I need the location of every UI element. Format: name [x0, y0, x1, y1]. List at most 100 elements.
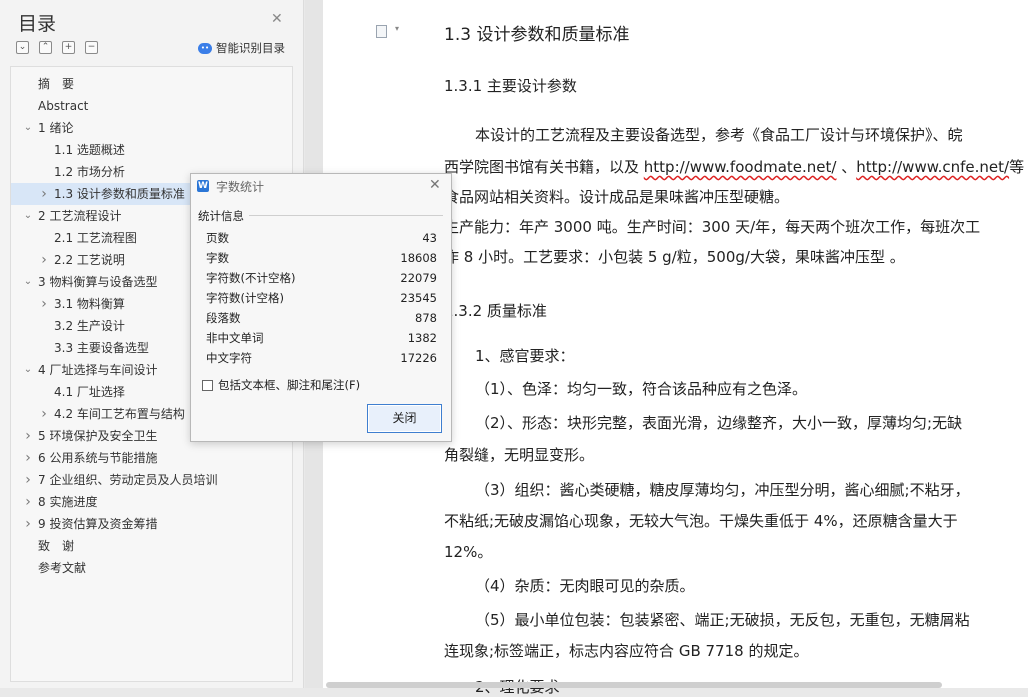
stat-label: 段落数 [206, 311, 241, 325]
toc-toolbar: ⌄ ⌃ + − [16, 41, 98, 54]
stat-label: 字符数(计空格) [206, 291, 284, 305]
chevron-down-icon[interactable]: ⌄ [23, 205, 33, 227]
link-cnfe[interactable]: http://www.cnfe.net/ [856, 158, 1009, 176]
toc-item-label: 1.1 选题概述 [54, 143, 125, 157]
stat-value: 23545 [400, 291, 437, 305]
paragraph-line: （4）杂质：无肉眼可见的杂质。 [475, 577, 695, 595]
toc-item-label: 3.2 生产设计 [54, 319, 125, 333]
stat-label: 页数 [206, 231, 229, 245]
horizontal-scrollbar[interactable] [326, 682, 942, 688]
paragraph-line: （3）组织：酱心类硬糖，糖皮厚薄均匀，冲压型分明，酱心细腻;不粘牙， [475, 481, 970, 499]
toc-item-label: 2 工艺流程设计 [38, 209, 122, 223]
paragraph-line: （1）、色泽：均匀一致，符合该品种应有之色泽。 [475, 380, 808, 398]
paragraph-line: （5）最小单位包装：包装紧密、端正;无破损，无反包，无重包，无糖屑粘 [475, 611, 970, 629]
toc-item[interactable]: › 8 实施进度 [11, 491, 292, 513]
stat-row: 段落数 878 [206, 308, 437, 328]
toc-item-label: 3.1 物料衡算 [54, 297, 125, 311]
close-icon[interactable]: ✕ [429, 177, 441, 193]
stat-label: 中文字符 [206, 351, 252, 365]
include-textbox-label[interactable]: 包括文本框、脚注和尾注(F) [218, 377, 360, 393]
toc-item-label: 摘 要 [38, 77, 75, 91]
stat-row: 页数 43 [206, 228, 437, 248]
toc-item-label: 2.1 工艺流程图 [54, 231, 137, 245]
heading-1-3: 1.3 设计参数和质量标准 [444, 25, 630, 45]
toc-item-label: 4 厂址选择与车间设计 [38, 363, 158, 377]
chevron-right-icon[interactable]: › [23, 425, 33, 447]
paragraph-text: 西学院图书馆有关书籍，以及 [444, 158, 644, 176]
stat-value: 18608 [400, 251, 437, 265]
toc-item-label: 1.3 设计参数和质量标准 [54, 187, 185, 201]
toc-item[interactable]: 1.1 选题概述 [11, 139, 292, 161]
toc-item-label: 3 物料衡算与设备选型 [38, 275, 158, 289]
stat-row: 字数 18608 [206, 248, 437, 268]
stat-value: 1382 [407, 331, 437, 345]
chevron-down-icon[interactable]: ⌄ [23, 117, 33, 139]
toc-item-label: Abstract [38, 99, 89, 113]
toc-item[interactable]: Abstract [11, 95, 292, 117]
stat-value: 43 [422, 231, 437, 245]
paragraph-line: 西学院图书馆有关书籍，以及 http://www.foodmate.net/ 、… [444, 156, 1024, 177]
word-count-dialog: W 字数统计 ✕ 统计信息 页数 43 字数 18608 字符数(不计空格) 2… [190, 173, 452, 442]
paragraph-line: 连现象;标签端正，标志内容应符合 GB 7718 的规定。 [444, 642, 809, 660]
page-icon[interactable] [376, 25, 387, 38]
stat-value: 17226 [400, 351, 437, 365]
toc-item-label: 9 投资估算及资金筹措 [38, 517, 158, 531]
link-foodmate[interactable]: http://www.foodmate.net/ [644, 158, 837, 176]
chevron-right-icon[interactable]: › [39, 249, 49, 271]
toc-item[interactable]: › 6 公用系统与节能措施 [11, 447, 292, 469]
paragraph-line: （2）、形态：块形完整，表面光滑，边缘整齐，大小一致，厚薄均匀;无缺 [475, 414, 963, 432]
toc-item-label: 1.2 市场分析 [54, 165, 125, 179]
smart-recognize-button[interactable]: •• 智能识别目录 [198, 40, 285, 56]
stat-label: 非中文单词 [206, 331, 264, 345]
paragraph-line: 作 8 小时。工艺要求：小包装 5 g/粒，500g/大袋，果味酱冲压型 。 [444, 248, 905, 266]
toc-title: 目录 [18, 13, 57, 35]
chevron-right-icon[interactable]: › [39, 183, 49, 205]
toc-item-label: 4.1 厂址选择 [54, 385, 125, 399]
stat-row: 字符数(不计空格) 22079 [206, 268, 437, 288]
paragraph-line: 本设计的工艺流程及主要设备选型，参考《食品工厂设计与环境保护》、皖 [475, 126, 963, 144]
toc-item-label: 5 环境保护及安全卫生 [38, 429, 158, 443]
close-button[interactable]: 关闭 [367, 404, 442, 433]
toc-item-label: 6 公用系统与节能措施 [38, 451, 158, 465]
paragraph-line: 1、感官要求： [475, 347, 575, 365]
expand-icon[interactable]: ⌄ [16, 41, 29, 54]
section-label: 统计信息 [198, 209, 244, 223]
toc-item[interactable]: › 9 投资估算及资金筹措 [11, 513, 292, 535]
toc-item-label: 7 企业组织、劳动定员及人员培训 [38, 473, 218, 487]
heading-1-3-2: 1.3.2 质量标准 [444, 302, 547, 320]
chevron-right-icon[interactable]: › [23, 491, 33, 513]
stat-row: 字符数(计空格) 23545 [206, 288, 437, 308]
stat-label: 字符数(不计空格) [206, 271, 296, 285]
toc-item[interactable]: 致 谢 [11, 535, 292, 557]
toc-item-label: 参考文献 [38, 561, 87, 575]
toc-item-label: 4.2 车间工艺布置与结构 [54, 407, 185, 421]
toc-item[interactable]: ⌄ 1 绪论 [11, 117, 292, 139]
chevron-down-icon[interactable]: ⌄ [23, 359, 33, 381]
remove-icon[interactable]: − [85, 41, 98, 54]
stat-value: 22079 [400, 271, 437, 285]
chevron-right-icon[interactable]: › [23, 447, 33, 469]
chevron-right-icon[interactable]: › [39, 403, 49, 425]
dialog-title: 字数统计 [216, 180, 265, 194]
include-textbox-checkbox[interactable] [202, 380, 213, 391]
toc-item-label: 8 实施进度 [38, 495, 98, 509]
toc-item[interactable]: › 7 企业组织、劳动定员及人员培训 [11, 469, 292, 491]
smart-recognize-label: 智能识别目录 [216, 41, 285, 55]
wps-app-icon: W [197, 180, 209, 192]
toc-item-label: 致 谢 [38, 539, 75, 553]
chevron-down-icon[interactable]: ⌄ [23, 271, 33, 293]
stat-row: 中文字符 17226 [206, 348, 437, 368]
toc-item-label: 2.2 工艺说明 [54, 253, 125, 267]
stat-value: 878 [415, 311, 437, 325]
chevron-right-icon[interactable]: › [23, 513, 33, 535]
paragraph-line: 食品网站相关资料。设计成品是果味酱冲压型硬糖。 [444, 188, 790, 206]
chevron-right-icon[interactable]: › [23, 469, 33, 491]
add-icon[interactable]: + [62, 41, 75, 54]
chevron-right-icon[interactable]: › [39, 293, 49, 315]
collapse-icon[interactable]: ⌃ [39, 41, 52, 54]
chevron-down-icon[interactable]: ▾ [395, 24, 399, 33]
close-icon[interactable]: ✕ [271, 11, 283, 27]
toc-item[interactable]: 参考文献 [11, 557, 292, 579]
toc-item[interactable]: 摘 要 [11, 73, 292, 95]
paragraph-line: 生产能力：年产 3000 吨。生产时间：300 天/年，每天两个班次工作，每班次… [444, 218, 981, 236]
